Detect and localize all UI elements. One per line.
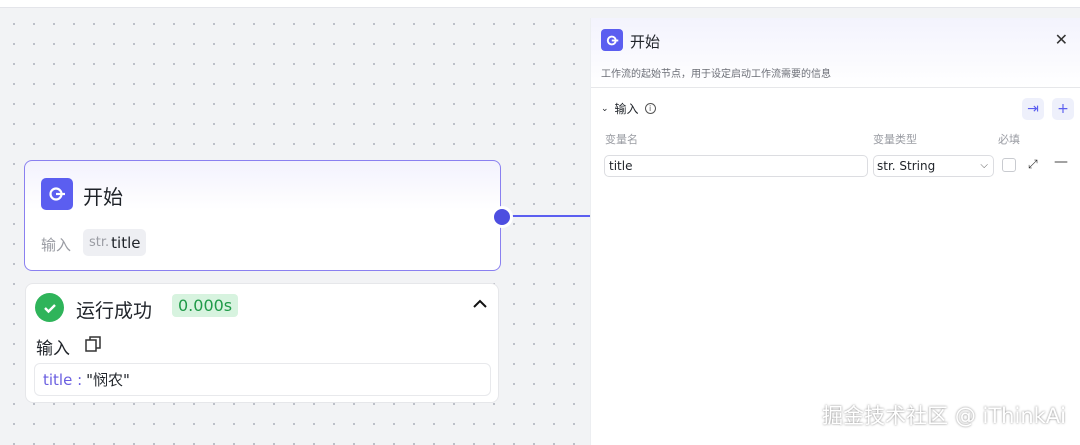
- info-icon[interactable]: i: [644, 103, 656, 114]
- run-time-badge: 0.000s: [172, 294, 239, 317]
- header-required: 必填: [998, 133, 1020, 146]
- add-variable-button[interactable]: +: [1052, 98, 1074, 120]
- panel-header: 开始 ✕ 工作流的起始节点，用于设定启动工作流需要的信息: [591, 18, 1080, 88]
- param-name: title: [111, 233, 141, 252]
- node-settings-panel: 开始 ✕ 工作流的起始节点，用于设定启动工作流需要的信息 ⌄ 输入 i ⇥ + 变量…: [590, 18, 1080, 445]
- chevron-down-icon: ⌵: [980, 160, 988, 171]
- panel-title: 开始: [630, 33, 661, 51]
- run-input-key: title :: [43, 370, 83, 389]
- header-type: 变量类型: [873, 133, 917, 146]
- node-input-label: 输入: [41, 236, 72, 254]
- panel-description: 工作流的起始节点，用于设定启动工作流需要的信息: [601, 69, 831, 80]
- output-handle[interactable]: [491, 206, 513, 228]
- remove-variable-icon[interactable]: —: [1054, 154, 1068, 170]
- run-status: 运行成功: [76, 300, 153, 322]
- header-name: 变量名: [605, 133, 638, 146]
- input-section-toggle[interactable]: ⌄ 输入 i: [601, 100, 656, 117]
- start-node[interactable]: 开始 输入 str. title: [24, 160, 501, 271]
- section-title: 输入: [614, 102, 639, 116]
- param-tag: str. title: [83, 229, 147, 256]
- start-icon: [41, 178, 73, 210]
- param-type: str.: [89, 235, 110, 250]
- variable-type-select[interactable]: str. String ⌵: [873, 155, 994, 177]
- expand-icon[interactable]: ⤢: [1028, 157, 1038, 172]
- watermark: 掘金技术社区 @ iThinkAi: [822, 404, 1066, 428]
- run-result-panel: 运行成功 0.000s 输入 title : "悯农": [25, 283, 499, 403]
- connection-edge: [512, 215, 590, 217]
- node-title: 开始: [83, 185, 123, 209]
- run-input-label: 输入: [36, 339, 70, 359]
- chevron-up-icon[interactable]: [472, 296, 488, 316]
- chevron-down-icon: ⌄: [601, 103, 609, 114]
- run-input-value: title : "悯农": [34, 363, 491, 396]
- run-input-val: "悯农": [86, 371, 130, 389]
- start-icon: [601, 29, 623, 51]
- top-bar: [0, 0, 1080, 8]
- required-checkbox[interactable]: [1002, 158, 1016, 172]
- check-icon: [35, 293, 64, 322]
- copy-icon[interactable]: [84, 335, 102, 357]
- variable-name-input[interactable]: title: [604, 155, 868, 177]
- close-icon[interactable]: ✕: [1055, 30, 1068, 49]
- import-button[interactable]: ⇥: [1022, 98, 1044, 120]
- variable-type-value: str. String: [877, 159, 936, 173]
